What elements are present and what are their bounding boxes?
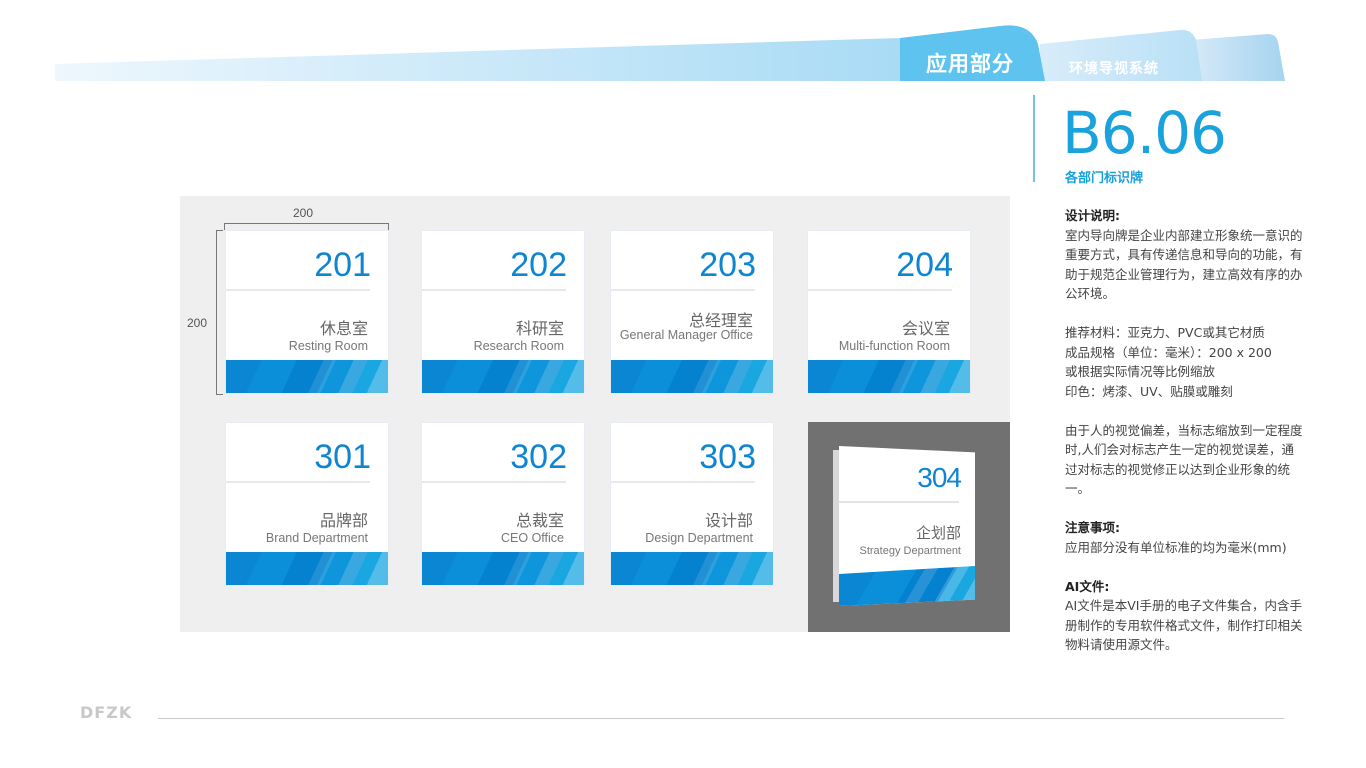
page-title: 各部门标识牌 — [1065, 171, 1144, 186]
notes-heading: 注意事项: — [1065, 520, 1120, 535]
footer-divider — [158, 718, 1284, 719]
width-dimension-label: 200 — [293, 206, 314, 220]
door-sign: 203 总经理室 General Manager Office — [610, 230, 774, 394]
room-name-en: Resting Room — [288, 339, 368, 353]
sign-divider — [808, 289, 952, 291]
visual-text: 由于人的视觉偏差，当标志缩放到一定程度时,人们会对标志产生一定的视觉误差，通过对… — [1065, 422, 1303, 497]
banner-graphic — [55, 25, 1285, 82]
room-name-en: Research Room — [473, 339, 564, 353]
room-name-cn: 企划部 — [915, 524, 961, 542]
room-name-en: Strategy Department — [859, 545, 962, 557]
sign-divider — [422, 289, 566, 291]
room-number: 201 — [314, 246, 371, 284]
height-dimension-label: 200 — [187, 316, 208, 330]
ai-heading: AI文件: — [1065, 578, 1110, 594]
sign-divider — [611, 289, 755, 291]
page-code: B6.06 — [1062, 99, 1227, 167]
sign-edge — [833, 450, 839, 602]
sign-stripe — [611, 552, 773, 585]
room-name-en: Brand Department — [265, 531, 368, 545]
door-sign: 302 总裁室 CEO Office — [421, 422, 585, 586]
sign-divider — [611, 481, 755, 483]
sign-stripe — [808, 360, 970, 393]
room-name-en: General Manager Office — [619, 328, 753, 342]
room-name-cn: 品牌部 — [319, 511, 368, 530]
printing-text: 印色：烤漆、UV、贴膜或雕刻 — [1065, 383, 1233, 399]
section-subtitle: 环境导视系统 — [1069, 61, 1159, 77]
room-number: 204 — [896, 246, 953, 284]
room-number: 301 — [314, 438, 371, 476]
sign-divider — [226, 289, 370, 291]
room-name-cn: 休息室 — [319, 319, 368, 338]
sign-stripe — [226, 360, 388, 393]
room-name-cn: 科研室 — [515, 319, 564, 338]
door-sign: 202 科研室 Research Room — [421, 230, 585, 394]
materials-text: 推荐材料：亚克力、PVC或其它材质 — [1065, 325, 1265, 340]
sign-stripe — [611, 360, 773, 393]
design-text: 室内导向牌是企业内部建立形象统一意识的重要方式，具有传递信息和导向的功能，有助于… — [1065, 227, 1303, 302]
sign-stripe — [422, 360, 584, 393]
room-name-en: CEO Office — [501, 531, 564, 545]
room-name-cn: 总裁室 — [515, 511, 564, 530]
brand-logo: DFZK — [80, 703, 133, 722]
room-number: 303 — [699, 438, 756, 476]
sign-stripe — [839, 566, 975, 606]
door-sign: 204 会议室 Multi-function Room — [807, 230, 971, 394]
sign-stripe — [226, 552, 388, 585]
section-title: 应用部分 — [926, 52, 1014, 76]
room-name-cn: 设计部 — [704, 511, 753, 530]
info-panel: 设计说明: 室内导向牌是企业内部建立形象统一意识的重要方式，具有传递信息和导向的… — [1065, 206, 1305, 655]
ai-text: AI文件是本VI手册的电子文件集合，内含手册制作的专用软件格式文件，制作打印相关… — [1065, 598, 1303, 652]
sign-face: 304 企划部 Strategy Department — [839, 446, 975, 606]
room-name-en: Design Department — [645, 531, 753, 545]
sign-divider — [422, 481, 566, 483]
room-number: 304 — [917, 462, 962, 493]
door-sign: 301 品牌部 Brand Department — [225, 422, 389, 586]
width-dimension-line — [224, 223, 389, 230]
vertical-divider — [1033, 95, 1035, 182]
door-sign: 303 设计部 Design Department — [610, 422, 774, 586]
sign-divider — [839, 501, 959, 503]
door-sign-mockup: 304 企划部 Strategy Department — [833, 446, 975, 606]
notes-text: 应用部分没有单位标准的均为毫米(mm) — [1065, 539, 1287, 555]
scale-text: 或根据实际情况等比例缩放 — [1065, 364, 1216, 379]
sign-stripe — [422, 552, 584, 585]
room-number: 202 — [510, 246, 567, 284]
spec-text: 成品规格（单位：毫米）：200 x 200 — [1065, 344, 1272, 360]
room-name-en: Multi-function Room — [838, 339, 950, 353]
room-number: 302 — [510, 438, 567, 476]
header-banner: 应用部分 环境导视系统 — [0, 0, 1366, 90]
room-name-cn: 会议室 — [901, 319, 950, 338]
height-dimension-line — [216, 230, 223, 395]
sign-divider — [226, 481, 370, 483]
door-sign: 201 休息室 Resting Room — [225, 230, 389, 394]
design-heading: 设计说明: — [1065, 208, 1120, 223]
room-number: 203 — [699, 246, 756, 284]
